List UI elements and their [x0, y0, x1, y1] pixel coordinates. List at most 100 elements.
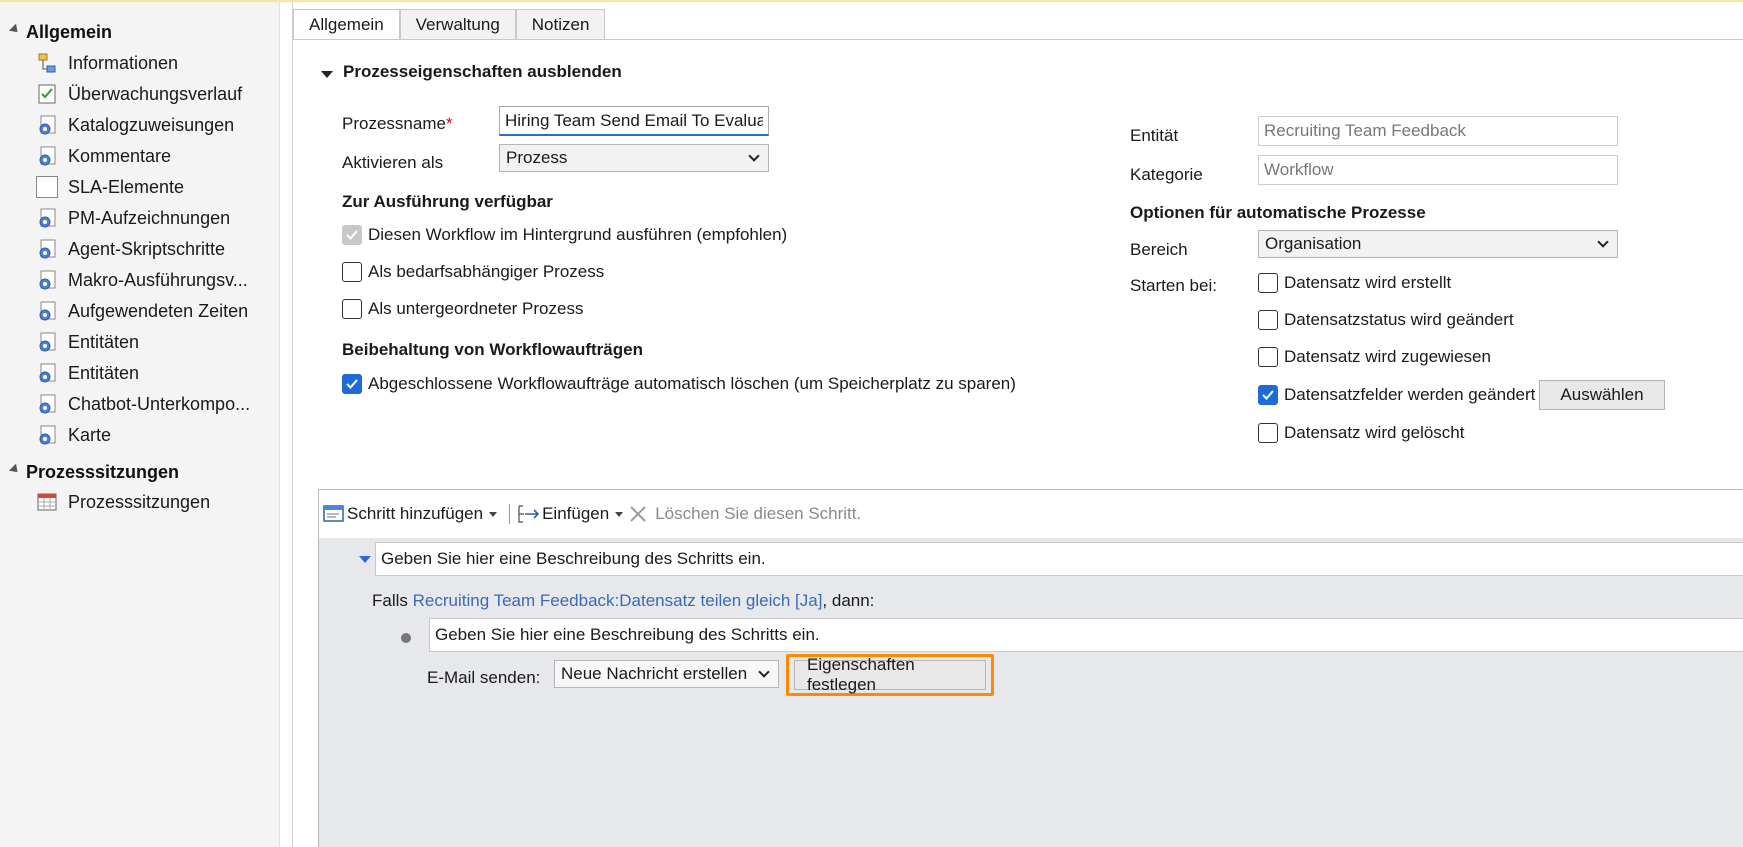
sidebar-item-2[interactable]: Katalogzuweisungen [36, 111, 234, 139]
sidebar-item-0[interactable]: Informationen [36, 49, 178, 77]
sidebar-item-label: Überwachungsverlauf [68, 83, 243, 104]
send-email-label: E-Mail senden: [427, 668, 541, 687]
category-label: Kategorie [1130, 165, 1203, 184]
start-fields-checkbox[interactable]: Datensatzfelder werden geändert [1258, 385, 1535, 405]
gear-doc-icon [36, 145, 58, 167]
entity-label: Entität [1130, 126, 1179, 145]
start-created-checkbox[interactable]: Datensatz wird erstellt [1258, 273, 1451, 293]
sidebar: Allgemein Informationen Überwachungsverla… [0, 2, 280, 847]
sub-step-description-text: Geben Sie hier eine Beschreibung des Sch… [435, 625, 820, 644]
activate-as-select[interactable]: Prozess [499, 144, 769, 172]
sidebar-item-label: Kommentare [68, 145, 172, 166]
dropdown-arrow-icon [489, 511, 498, 517]
gear-doc-icon [36, 424, 58, 446]
sub-step-description-input[interactable]: Geben Sie hier eine Beschreibung des Sch… [429, 618, 1743, 652]
checklist-icon [36, 83, 58, 105]
step-toolbar: Schritt hinzufügen Einfügen Löschen Sie … [319, 490, 1743, 538]
condition-link[interactable]: Recruiting Team Feedback:Datensatz teile… [413, 591, 823, 610]
start-deleted-label: Datensatz wird gelöscht [1284, 423, 1465, 442]
sidebar-item-8[interactable]: Aufgewendeten Zeiten [36, 297, 248, 325]
auto-delete-checkbox[interactable]: Abgeschlossene Workflowaufträge automati… [342, 374, 1016, 394]
gear-doc-icon [36, 269, 58, 291]
tab-divider [293, 39, 1743, 40]
checkbox-disabled-checked-icon [342, 225, 362, 245]
send-email-value: Neue Nachricht erstellen [561, 664, 748, 683]
background-workflow-checkbox[interactable]: Diesen Workflow im Hintergrund ausführen… [342, 225, 787, 245]
on-demand-checkbox[interactable]: Als bedarfsabhängiger Prozess [342, 262, 604, 282]
expand-triangle-icon [8, 23, 22, 36]
category-field: Workflow [1258, 155, 1618, 185]
start-on-label: Starten bei: [1130, 276, 1217, 295]
sidebar-item-5[interactable]: PM-Aufzeichnungen [36, 204, 230, 232]
scope-value: Organisation [1265, 234, 1362, 253]
start-status-checkbox[interactable]: Datensatzstatus wird geändert [1258, 310, 1514, 330]
sidebar-section-process-sessions[interactable]: Prozesssitzungen [8, 462, 179, 483]
gear-doc-icon [36, 300, 58, 322]
checkbox-empty-icon [342, 299, 362, 319]
add-step-button[interactable]: Schritt hinzufügen [323, 504, 498, 524]
sidebar-item-3[interactable]: Kommentare [36, 142, 171, 170]
insert-label: Einfügen [542, 504, 610, 523]
step-description-input[interactable]: Geben Sie hier eine Beschreibung des Sch… [375, 542, 1743, 576]
gear-doc-icon [36, 362, 58, 384]
delete-step-button[interactable]: Löschen Sie diesen Schritt. [629, 504, 861, 524]
set-properties-button[interactable]: Eigenschaften festlegen [794, 655, 986, 694]
start-assigned-checkbox[interactable]: Datensatz wird zugewiesen [1258, 347, 1491, 367]
tab-general[interactable]: Allgemein [293, 9, 400, 39]
scope-select[interactable]: Organisation [1258, 230, 1618, 258]
collapse-step-icon[interactable] [359, 556, 371, 563]
sidebar-item-sessions-0[interactable]: Prozesssitzungen [36, 488, 210, 516]
insert-button[interactable]: Einfügen [516, 504, 624, 524]
sidebar-item-10[interactable]: Entitäten [36, 359, 139, 387]
gear-doc-icon [36, 207, 58, 229]
collapse-properties-toggle[interactable]: Prozesseigenschaften ausblenden [321, 62, 622, 82]
add-step-icon [323, 504, 345, 524]
send-email-select[interactable]: Neue Nachricht erstellen [554, 660, 779, 688]
sidebar-section-general[interactable]: Allgemein [8, 22, 113, 43]
sidebar-item-label: Informationen [68, 52, 179, 73]
gear-doc-icon [36, 393, 58, 415]
chevron-down-icon [1597, 236, 1609, 248]
condition-suffix: , dann: [822, 591, 875, 610]
sidebar-item-label: Karte [68, 424, 112, 445]
sidebar-item-label: Entitäten [68, 331, 140, 352]
condition-line: Falls Recruiting Team Feedback:Datensatz… [372, 591, 874, 611]
process-name-value: Hiring Team Send Email To Evaluate App [505, 110, 763, 130]
sidebar-item-4[interactable]: SLA-Elemente [36, 173, 184, 201]
process-name-label: Prozessname* [342, 114, 453, 134]
tab-notes[interactable]: Notizen [515, 9, 606, 39]
close-x-icon [629, 505, 647, 523]
sidebar-section-label: Allgemein [26, 22, 113, 42]
sidebar-item-label: Prozesssitzungen [68, 491, 211, 512]
entity-field: Recruiting Team Feedback [1258, 116, 1618, 146]
sidebar-item-11[interactable]: Chatbot-Unterkompo... [36, 390, 250, 418]
sidebar-item-7[interactable]: Makro-Ausführungsv... [36, 266, 248, 294]
chevron-down-icon [748, 150, 760, 162]
start-deleted-checkbox[interactable]: Datensatz wird gelöscht [1258, 423, 1464, 443]
start-assigned-label: Datensatz wird zugewiesen [1284, 347, 1491, 366]
select-fields-button[interactable]: Auswählen [1539, 380, 1665, 410]
sidebar-item-9[interactable]: Entitäten [36, 328, 139, 356]
process-name-label-text: Prozessname [342, 114, 446, 133]
on-demand-label: Als bedarfsabhängiger Prozess [368, 262, 605, 281]
sidebar-item-1[interactable]: Überwachungsverlauf [36, 80, 242, 108]
sidebar-item-12[interactable]: Karte [36, 421, 111, 449]
background-workflow-label: Diesen Workflow im Hintergrund ausführen… [368, 225, 788, 244]
gear-doc-icon [36, 238, 58, 260]
blank-box-icon [36, 176, 58, 198]
checkbox-checked-icon [342, 374, 362, 394]
sidebar-item-6[interactable]: Agent-Skriptschritte [36, 235, 225, 263]
step-editor: Schritt hinzufügen Einfügen Löschen Sie … [318, 489, 1743, 847]
checkbox-checked-icon [1258, 385, 1278, 405]
add-step-label: Schritt hinzufügen [347, 504, 484, 523]
checkbox-empty-icon [1258, 273, 1278, 293]
checkbox-empty-icon [1258, 423, 1278, 443]
sidebar-item-label: PM-Aufzeichnungen [68, 207, 231, 228]
child-process-checkbox[interactable]: Als untergeordneter Prozess [342, 299, 583, 319]
sidebar-item-label: Katalogzuweisungen [68, 114, 235, 135]
sidebar-item-label: Entitäten [68, 362, 140, 383]
checkbox-empty-icon [1258, 310, 1278, 330]
process-name-input[interactable]: Hiring Team Send Email To Evaluate App [499, 106, 769, 136]
collapse-properties-label: Prozesseigenschaften ausblenden [343, 62, 622, 81]
tab-administration[interactable]: Verwaltung [399, 9, 516, 39]
